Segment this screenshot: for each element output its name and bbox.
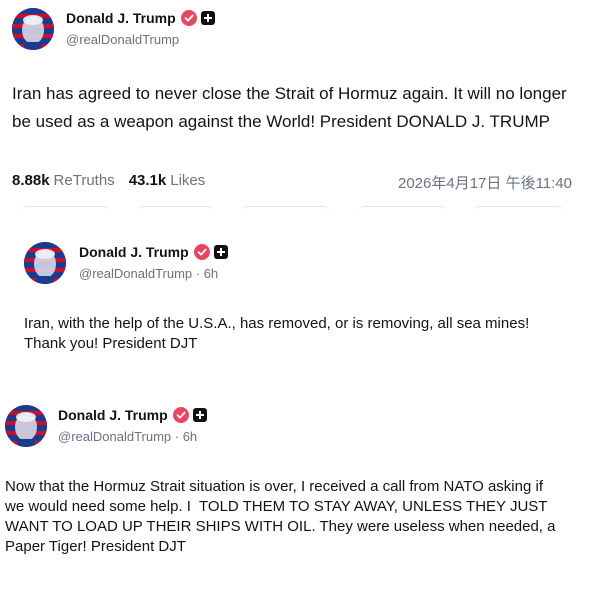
- author-row: Donald J. Trump: [79, 244, 228, 260]
- avatar[interactable]: [5, 405, 47, 447]
- author-row: Donald J. Trump: [66, 10, 215, 26]
- avatar[interactable]: [24, 242, 66, 284]
- verified-badge-icon: [193, 244, 210, 260]
- retruths-label[interactable]: ReTruths: [54, 172, 115, 189]
- author-handle-time[interactable]: @realDonaldTrump · 6h: [79, 266, 218, 281]
- post-header: Donald J. Trump @realDonaldTrump: [12, 8, 588, 56]
- post-item: Donald J. Trump @realDonaldTrump · 6h Ir…: [24, 242, 584, 352]
- likes-label[interactable]: Likes: [170, 172, 205, 189]
- author-handle[interactable]: @realDonaldTrump: [66, 32, 179, 47]
- author-name[interactable]: Donald J. Trump: [58, 407, 168, 423]
- post-main: Donald J. Trump @realDonaldTrump Iran ha…: [12, 8, 588, 131]
- truth-plus-icon: [213, 245, 228, 259]
- truth-plus-icon: [192, 408, 207, 422]
- verified-badge-icon: [172, 407, 189, 423]
- truth-plus-icon: [200, 11, 215, 25]
- verified-badge-icon: [180, 10, 197, 26]
- author-handle-time[interactable]: @realDonaldTrump · 6h: [58, 429, 197, 444]
- post-item: Donald J. Trump @realDonaldTrump · 6h No…: [5, 405, 593, 555]
- action-bar-divider: [0, 206, 598, 214]
- author-name[interactable]: Donald J. Trump: [66, 10, 176, 26]
- retruths-count[interactable]: 8.88k: [12, 172, 50, 189]
- likes-count[interactable]: 43.1k: [129, 172, 167, 189]
- post-text: Iran, with the help of the U.S.A., has r…: [24, 315, 534, 352]
- post-stats: 8.88k ReTruths 43.1k Likes 2026年4月17日 午後11:…: [12, 172, 572, 192]
- author-name[interactable]: Donald J. Trump: [79, 244, 189, 260]
- post-header: Donald J. Trump @realDonaldTrump · 6h: [24, 242, 584, 290]
- post-text: Now that the Hormuz Strait situation is …: [5, 478, 560, 555]
- author-row: Donald J. Trump: [58, 407, 207, 423]
- avatar[interactable]: [12, 8, 54, 50]
- post-header: Donald J. Trump @realDonaldTrump · 6h: [5, 405, 593, 453]
- post-timestamp: 2026年4月17日 午後11:40: [398, 175, 572, 192]
- post-text: Iran has agreed to never close the Strai…: [12, 84, 572, 131]
